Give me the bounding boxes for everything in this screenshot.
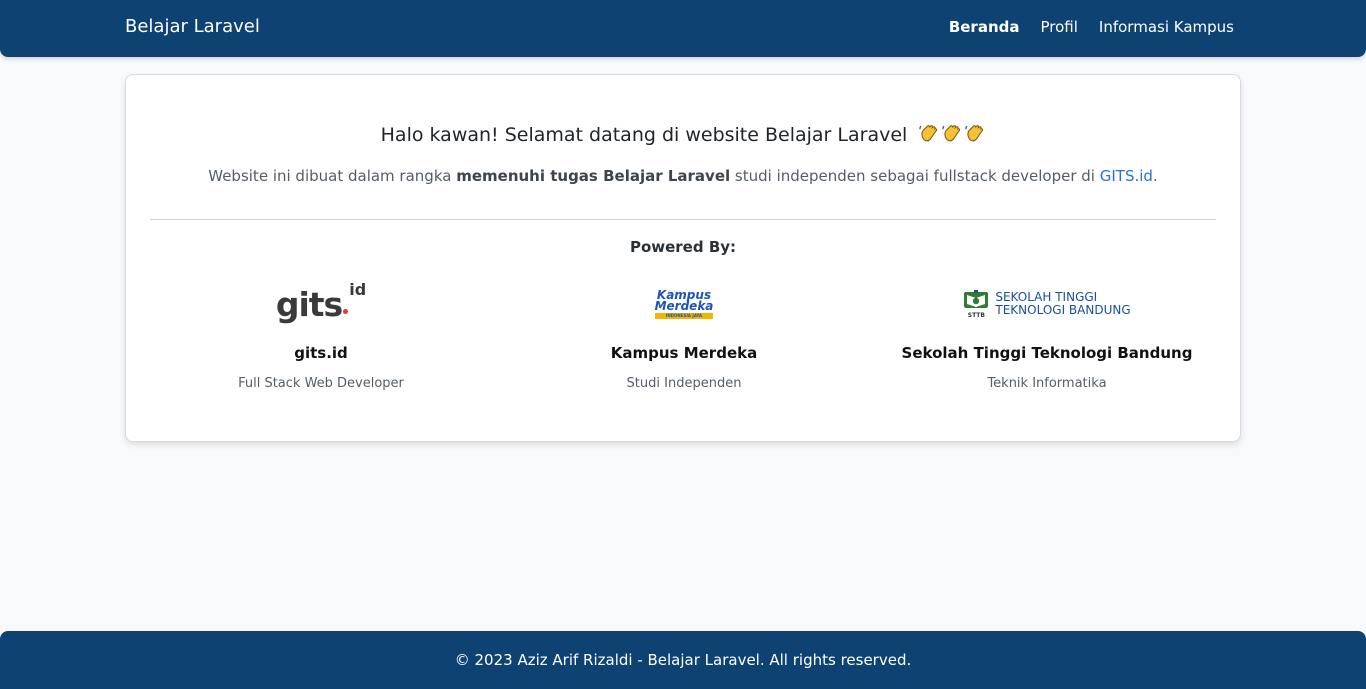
km-logo-tag: INDONESIA JAYA bbox=[654, 313, 714, 319]
partner-kampus-merdeka: Kampus Merdeka INDONESIA JAYA Kampus Mer… bbox=[504, 278, 864, 391]
lead-text-middle: studi independen sebagai fullstack devel… bbox=[730, 167, 1100, 185]
gits-logo: gits id bbox=[141, 278, 501, 330]
footer-text: © 2023 Aziz Arif Rizaldi - Belajar Larav… bbox=[454, 651, 912, 669]
nav-link-informasi-kampus[interactable]: Informasi Kampus bbox=[1099, 18, 1234, 36]
headline-text: Halo kawan! Selamat datang di website Be… bbox=[380, 124, 908, 146]
partner-desc: Teknik Informatika bbox=[987, 376, 1107, 391]
waving-hands-icon bbox=[913, 124, 985, 146]
welcome-headline: Halo kawan! Selamat datang di website Be… bbox=[126, 123, 1240, 146]
powered-by-label: Powered By: bbox=[629, 238, 737, 256]
brand-link[interactable]: Belajar Laravel bbox=[125, 16, 260, 37]
sttb-logo: STTB SEKOLAH TINGGI TEKNOLOGI BANDUNG bbox=[867, 278, 1227, 330]
partner-desc: Studi Independen bbox=[626, 376, 742, 391]
gits-logo-dot bbox=[343, 309, 349, 314]
lead-text-start: Website ini dibuat dalam rangka bbox=[208, 167, 457, 185]
sttb-logo-line2: TEKNOLOGI BANDUNG bbox=[995, 303, 1131, 317]
sttb-emblem: STTB bbox=[963, 289, 989, 319]
partner-desc: Full Stack Web Developer bbox=[238, 376, 404, 391]
partner-name: Sekolah Tinggi Teknologi Bandung bbox=[901, 344, 1193, 362]
nav-link-profil[interactable]: Profil bbox=[1041, 18, 1078, 36]
km-logo-line2: Merdeka bbox=[654, 299, 714, 313]
sttb-emblem-icon bbox=[964, 290, 989, 308]
section-divider bbox=[150, 219, 1216, 220]
lead-text-end: . bbox=[1152, 167, 1158, 185]
sttb-logo-tag: STTB bbox=[967, 312, 985, 319]
welcome-card: Halo kawan! Selamat datang di website Be… bbox=[125, 74, 1241, 442]
partner-sttb: STTB SEKOLAH TINGGI TEKNOLOGI BANDUNG Se… bbox=[867, 278, 1227, 391]
partner-name: gits.id bbox=[294, 344, 348, 362]
partner-name: Kampus Merdeka bbox=[610, 344, 758, 362]
nav-links: Beranda Profil Informasi Kampus bbox=[949, 18, 1234, 36]
partner-gits: gits id gits.id Full Stack Web Developer bbox=[141, 278, 501, 391]
gits-logo-sup: id bbox=[349, 280, 367, 299]
lead-bold-text: memenuhi tugas Belajar Laravel bbox=[456, 167, 731, 185]
top-navbar: Belajar Laravel Beranda Profil Informasi… bbox=[0, 0, 1366, 57]
page-footer: © 2023 Aziz Arif Rizaldi - Belajar Larav… bbox=[0, 631, 1366, 689]
gits-logo-text: gits bbox=[275, 284, 343, 324]
welcome-lead: Website ini dibuat dalam rangka memenuhi… bbox=[126, 167, 1240, 185]
gits-link[interactable]: GITS.id bbox=[1100, 167, 1153, 185]
nav-link-beranda[interactable]: Beranda bbox=[949, 18, 1020, 36]
kampus-merdeka-logo: Kampus Merdeka INDONESIA JAYA bbox=[504, 278, 864, 330]
